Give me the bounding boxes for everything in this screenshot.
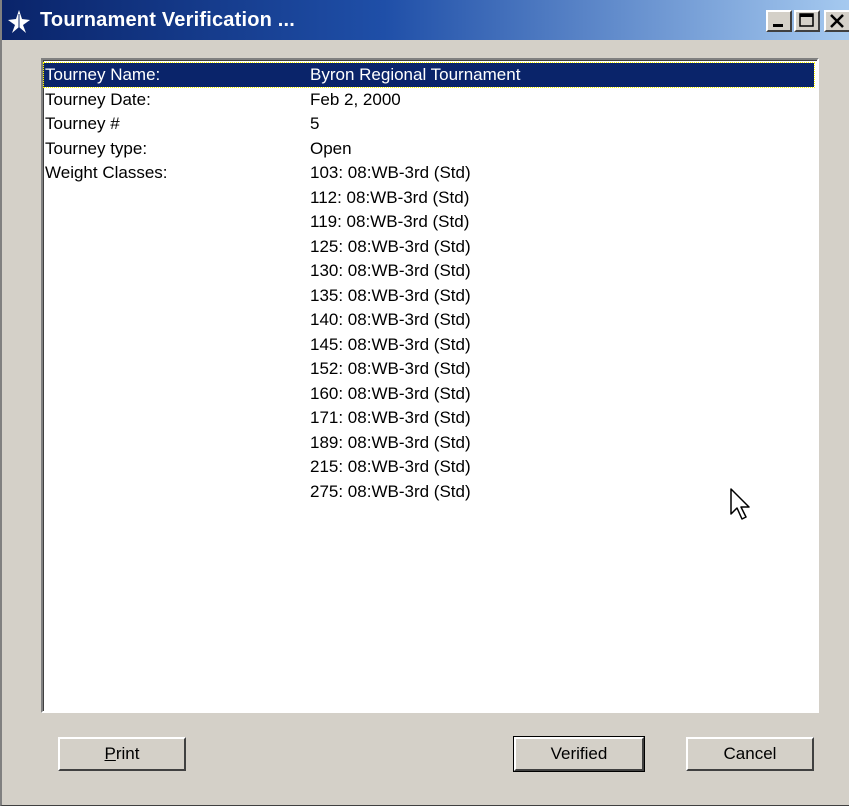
info-row[interactable]: 125: 08:WB-3rd (Std) xyxy=(44,235,814,259)
minimize-button[interactable] xyxy=(766,10,792,32)
info-row[interactable]: 160: 08:WB-3rd (Std) xyxy=(44,382,814,406)
maximize-icon xyxy=(799,13,814,27)
info-row-value: Feb 2, 2000 xyxy=(310,89,401,109)
info-row-label: Tourney type: xyxy=(45,138,148,158)
info-row-value: 112: 08:WB-3rd (Std) xyxy=(310,187,470,207)
info-row[interactable]: Tourney # 5 xyxy=(44,112,814,136)
info-row-value: 5 xyxy=(310,114,320,133)
cancel-button[interactable]: Cancel xyxy=(686,737,814,771)
info-row-label: Tourney Date: xyxy=(45,89,151,109)
info-row-label: Tourney # xyxy=(45,114,120,133)
tournament-info-list[interactable]: Tourney Name: Byron Regional Tournament To… xyxy=(41,58,819,713)
info-row[interactable]: 112: 08:WB-3rd (Std) xyxy=(44,186,814,210)
info-row-value: 119: 08:WB-3rd (Std) xyxy=(310,212,470,231)
info-row-value: 189: 08:WB-3rd (Std) xyxy=(310,432,471,452)
info-row-value: Byron Regional Tournament xyxy=(310,65,521,84)
minimize-icon xyxy=(773,24,783,27)
title-bar[interactable]: Tournament Verification ... xyxy=(2,0,849,40)
info-row[interactable]: 171: 08:WB-3rd (Std) xyxy=(44,406,814,430)
info-row[interactable]: Tourney type: Open xyxy=(44,137,814,161)
info-row[interactable]: 140: 08:WB-3rd (Std) xyxy=(44,308,814,332)
info-row-value: 135: 08:WB-3rd (Std) xyxy=(310,285,471,305)
tournament-verification-window: Tournament Verification ... Tourney Name… xyxy=(0,0,849,806)
info-row-value: Open xyxy=(310,138,352,158)
print-button[interactable]: Print xyxy=(58,737,186,771)
info-row-value: 215: 08:WB-3rd (Std) xyxy=(310,457,471,476)
print-label-rest: rint xyxy=(115,744,140,763)
info-row[interactable]: Tourney Date: Feb 2, 2000 xyxy=(44,88,814,112)
info-row-value: 140: 08:WB-3rd (Std) xyxy=(310,310,471,329)
info-row[interactable]: 275: 08:WB-3rd (Std) xyxy=(44,480,814,504)
verified-label: Verified xyxy=(550,744,608,763)
print-accelerator: P xyxy=(104,744,116,763)
info-row[interactable]: 119: 08:WB-3rd (Std) xyxy=(44,210,814,234)
close-button[interactable] xyxy=(824,10,849,32)
close-icon xyxy=(830,14,844,28)
info-row[interactable]: 189: 08:WB-3rd (Std) xyxy=(44,431,814,455)
info-row-label: Weight Classes: xyxy=(45,163,168,182)
maximize-button[interactable] xyxy=(794,10,820,32)
window-title: Tournament Verification ... xyxy=(40,9,296,31)
info-row[interactable]: 135: 08:WB-3rd (Std) xyxy=(44,284,814,308)
info-row-value: 160: 08:WB-3rd (Std) xyxy=(310,383,471,403)
info-row-value: 171: 08:WB-3rd (Std) xyxy=(310,408,471,427)
info-row-label: Tourney Name: xyxy=(45,65,161,84)
info-row-value: 275: 08:WB-3rd (Std) xyxy=(310,481,471,501)
info-row[interactable]: 215: 08:WB-3rd (Std) xyxy=(44,455,814,479)
info-row-value: 125: 08:WB-3rd (Std) xyxy=(310,236,471,256)
info-row-value: 145: 08:WB-3rd (Std) xyxy=(310,334,471,354)
info-row[interactable]: Tourney Name: Byron Regional Tournament xyxy=(43,62,815,88)
info-row[interactable]: 130: 08:WB-3rd (Std) xyxy=(44,259,814,283)
info-row[interactable]: 145: 08:WB-3rd (Std) xyxy=(44,333,814,357)
info-row-value: 130: 08:WB-3rd (Std) xyxy=(310,261,471,280)
cancel-label: Cancel xyxy=(723,744,777,763)
mouse-pointer-icon xyxy=(730,488,750,520)
info-row[interactable]: Weight Classes: 103: 08:WB-3rd (Std) xyxy=(44,161,814,185)
verified-button[interactable]: Verified xyxy=(513,736,645,772)
info-row-value: 103: 08:WB-3rd (Std) xyxy=(310,163,471,182)
info-row[interactable]: 152: 08:WB-3rd (Std) xyxy=(44,357,814,381)
app-star-icon xyxy=(8,10,30,33)
info-row-value: 152: 08:WB-3rd (Std) xyxy=(310,359,471,378)
